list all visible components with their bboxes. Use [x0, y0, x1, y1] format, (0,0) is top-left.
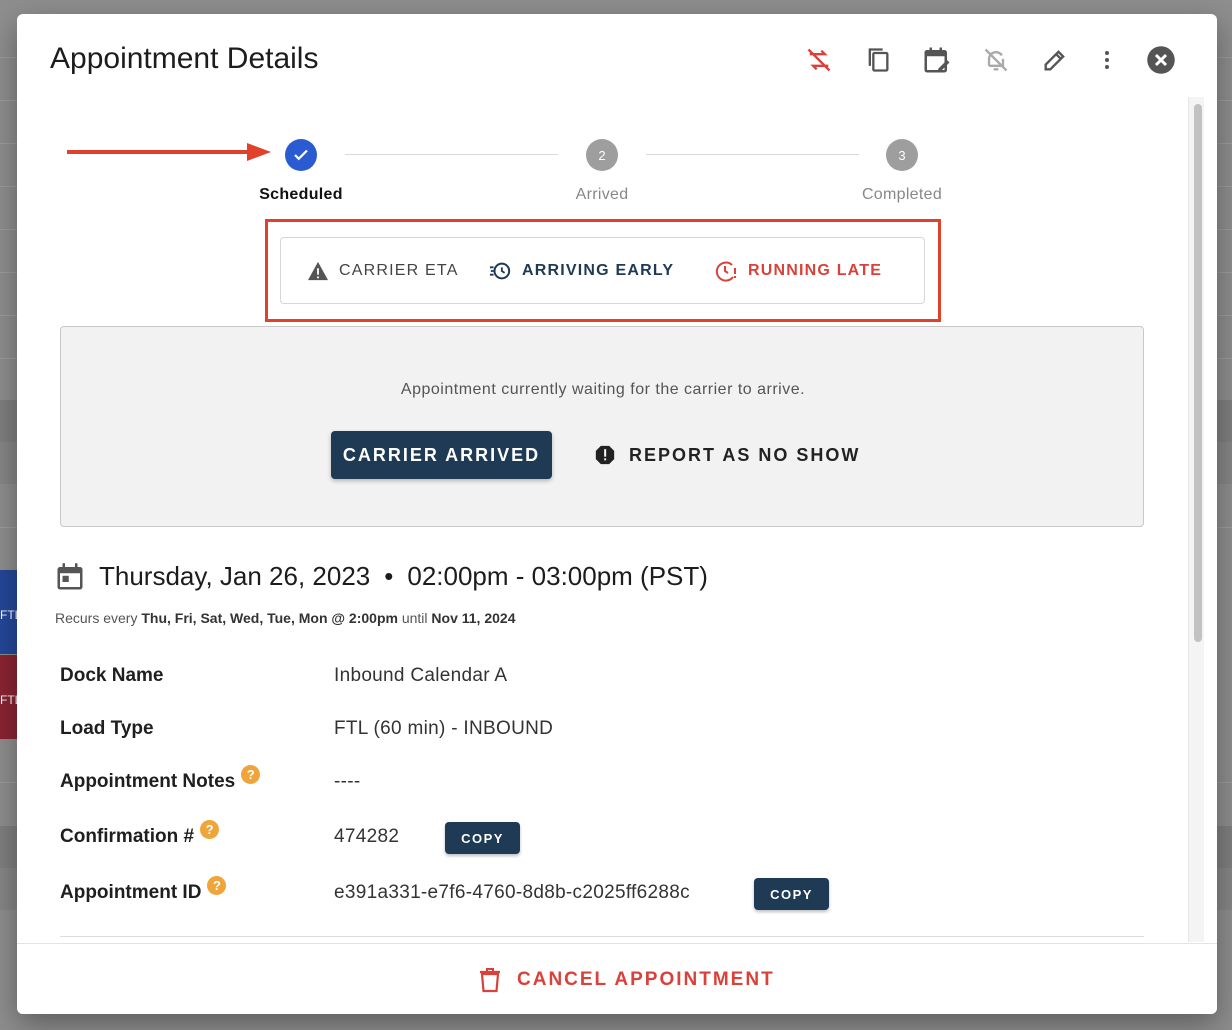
- help-icon[interactable]: ?: [241, 765, 261, 784]
- confirmation-row: Confirmation #?: [60, 820, 220, 848]
- dock-name-label: Dock Name: [60, 665, 164, 686]
- arriving-early-button[interactable]: ARRIVING EARLY: [488, 238, 674, 303]
- close-button[interactable]: [1143, 42, 1179, 78]
- background-event[interactable]: FTL: [0, 570, 18, 654]
- check-icon: [294, 149, 308, 161]
- confirmation-value: 474282: [334, 826, 400, 847]
- carrier-eta-label: CARRIER ETA: [339, 261, 459, 279]
- scrollbar-thumb[interactable]: [1194, 104, 1202, 642]
- recur-until-date: Nov 11, 2024: [431, 610, 516, 626]
- report-no-show-button[interactable]: REPORT AS NO SHOW: [595, 431, 860, 479]
- more-vert-icon: [1105, 51, 1109, 69]
- eta-options-bar: CARRIER ETA ARRIVING EARLY RUNNING LATE: [280, 237, 925, 304]
- trash-icon: [480, 968, 500, 993]
- background-event[interactable]: FTL: [0, 655, 18, 739]
- modal-title: Appointment Details: [50, 42, 319, 75]
- recur-days: Thu, Fri, Sat, Wed, Tue, Mon @ 2:00pm: [141, 610, 398, 626]
- step-3-label: Completed: [861, 186, 943, 203]
- unlink-recurrence-button[interactable]: [801, 42, 837, 78]
- step-2-circle: 2: [586, 139, 618, 171]
- running-late-label: RUNNING LATE: [748, 261, 883, 279]
- load-type-value: FTL (60 min) - INBOUND: [334, 718, 554, 739]
- appointment-details-modal: Appointment Details 2 3 Scheduled Arrive…: [17, 14, 1217, 1014]
- background-event-label: FTL: [0, 693, 18, 707]
- appointment-date: Thursday, Jan 26, 2023: [99, 561, 371, 591]
- status-message: Appointment currently waiting for the ca…: [400, 381, 806, 398]
- close-icon: [1147, 46, 1175, 74]
- notifications-off-icon: [984, 48, 1008, 72]
- carrier-eta-button[interactable]: CARRIER ETA: [307, 238, 459, 303]
- dock-name-value: Inbound Calendar A: [334, 665, 508, 686]
- edit-button[interactable]: [1037, 42, 1073, 78]
- clock-alert-icon: [715, 261, 736, 281]
- duplicate-button[interactable]: [860, 42, 896, 78]
- appointment-date-row: Thursday, Jan 26, 2023 • 02:00pm - 03:00…: [55, 561, 708, 592]
- clock-fast-icon: [489, 262, 511, 279]
- background-event-label: FTL: [0, 608, 18, 622]
- recur-until-word: until: [401, 610, 428, 626]
- copy-confirmation-button[interactable]: COPY: [445, 822, 520, 854]
- alert-octagon-icon: [595, 445, 615, 465]
- confirmation-label: Confirmation #: [60, 826, 195, 847]
- cancel-appointment-button[interactable]: CANCEL APPOINTMENT: [479, 960, 775, 1000]
- step-1-label: Scheduled: [259, 186, 343, 203]
- status-panel: Appointment currently waiting for the ca…: [60, 326, 1144, 527]
- edit-icon: [1044, 50, 1065, 71]
- copy-appointment-id-button[interactable]: COPY: [754, 878, 829, 910]
- step-1-check: [285, 139, 317, 171]
- annotation-arrow-icon: [67, 143, 271, 161]
- step-connector: [646, 154, 859, 155]
- running-late-button[interactable]: RUNNING LATE: [714, 238, 882, 303]
- date-time-separator: •: [384, 561, 394, 591]
- appointment-notes-value: ----: [334, 771, 361, 792]
- recur-prefix: Recurs every: [55, 610, 138, 626]
- step-3-circle: 3: [886, 139, 918, 171]
- copy-icon: [868, 48, 889, 72]
- appointment-id-value: e391a331-e7f6-4760-8d8b-c2025ff6288c: [334, 882, 690, 903]
- calendar-edit-icon: [924, 47, 950, 73]
- modal-footer: CANCEL APPOINTMENT: [17, 943, 1217, 1014]
- calendar-icon: [57, 562, 83, 589]
- report-no-show-label: REPORT AS NO SHOW: [629, 444, 861, 465]
- appointment-id-row: Appointment ID?: [60, 876, 227, 904]
- notifications-off-button[interactable]: [978, 42, 1014, 78]
- help-icon[interactable]: ?: [200, 820, 220, 839]
- reschedule-button[interactable]: [919, 42, 955, 78]
- appointment-notes-label: Appointment Notes: [60, 771, 236, 792]
- help-icon[interactable]: ?: [207, 876, 227, 895]
- cancel-appointment-label: CANCEL APPOINTMENT: [517, 969, 775, 990]
- warning-icon: [308, 261, 328, 280]
- step-2-label: Arrived: [575, 186, 629, 203]
- arriving-early-label: ARRIVING EARLY: [522, 261, 675, 279]
- appointment-id-label: Appointment ID: [60, 882, 202, 903]
- section-divider: [60, 936, 1144, 937]
- appointment-notes-row: Appointment Notes?: [60, 765, 261, 793]
- step-connector: [345, 154, 558, 155]
- load-type-label: Load Type: [60, 718, 154, 739]
- carrier-arrived-button[interactable]: CARRIER ARRIVED: [331, 431, 552, 479]
- more-options-button[interactable]: [1089, 42, 1125, 78]
- unlink-recurrence-icon: [807, 48, 831, 72]
- recurrence-text: Recurs every Thu, Fri, Sat, Wed, Tue, Mo…: [55, 610, 515, 626]
- appointment-time: 02:00pm - 03:00pm (PST): [407, 561, 708, 591]
